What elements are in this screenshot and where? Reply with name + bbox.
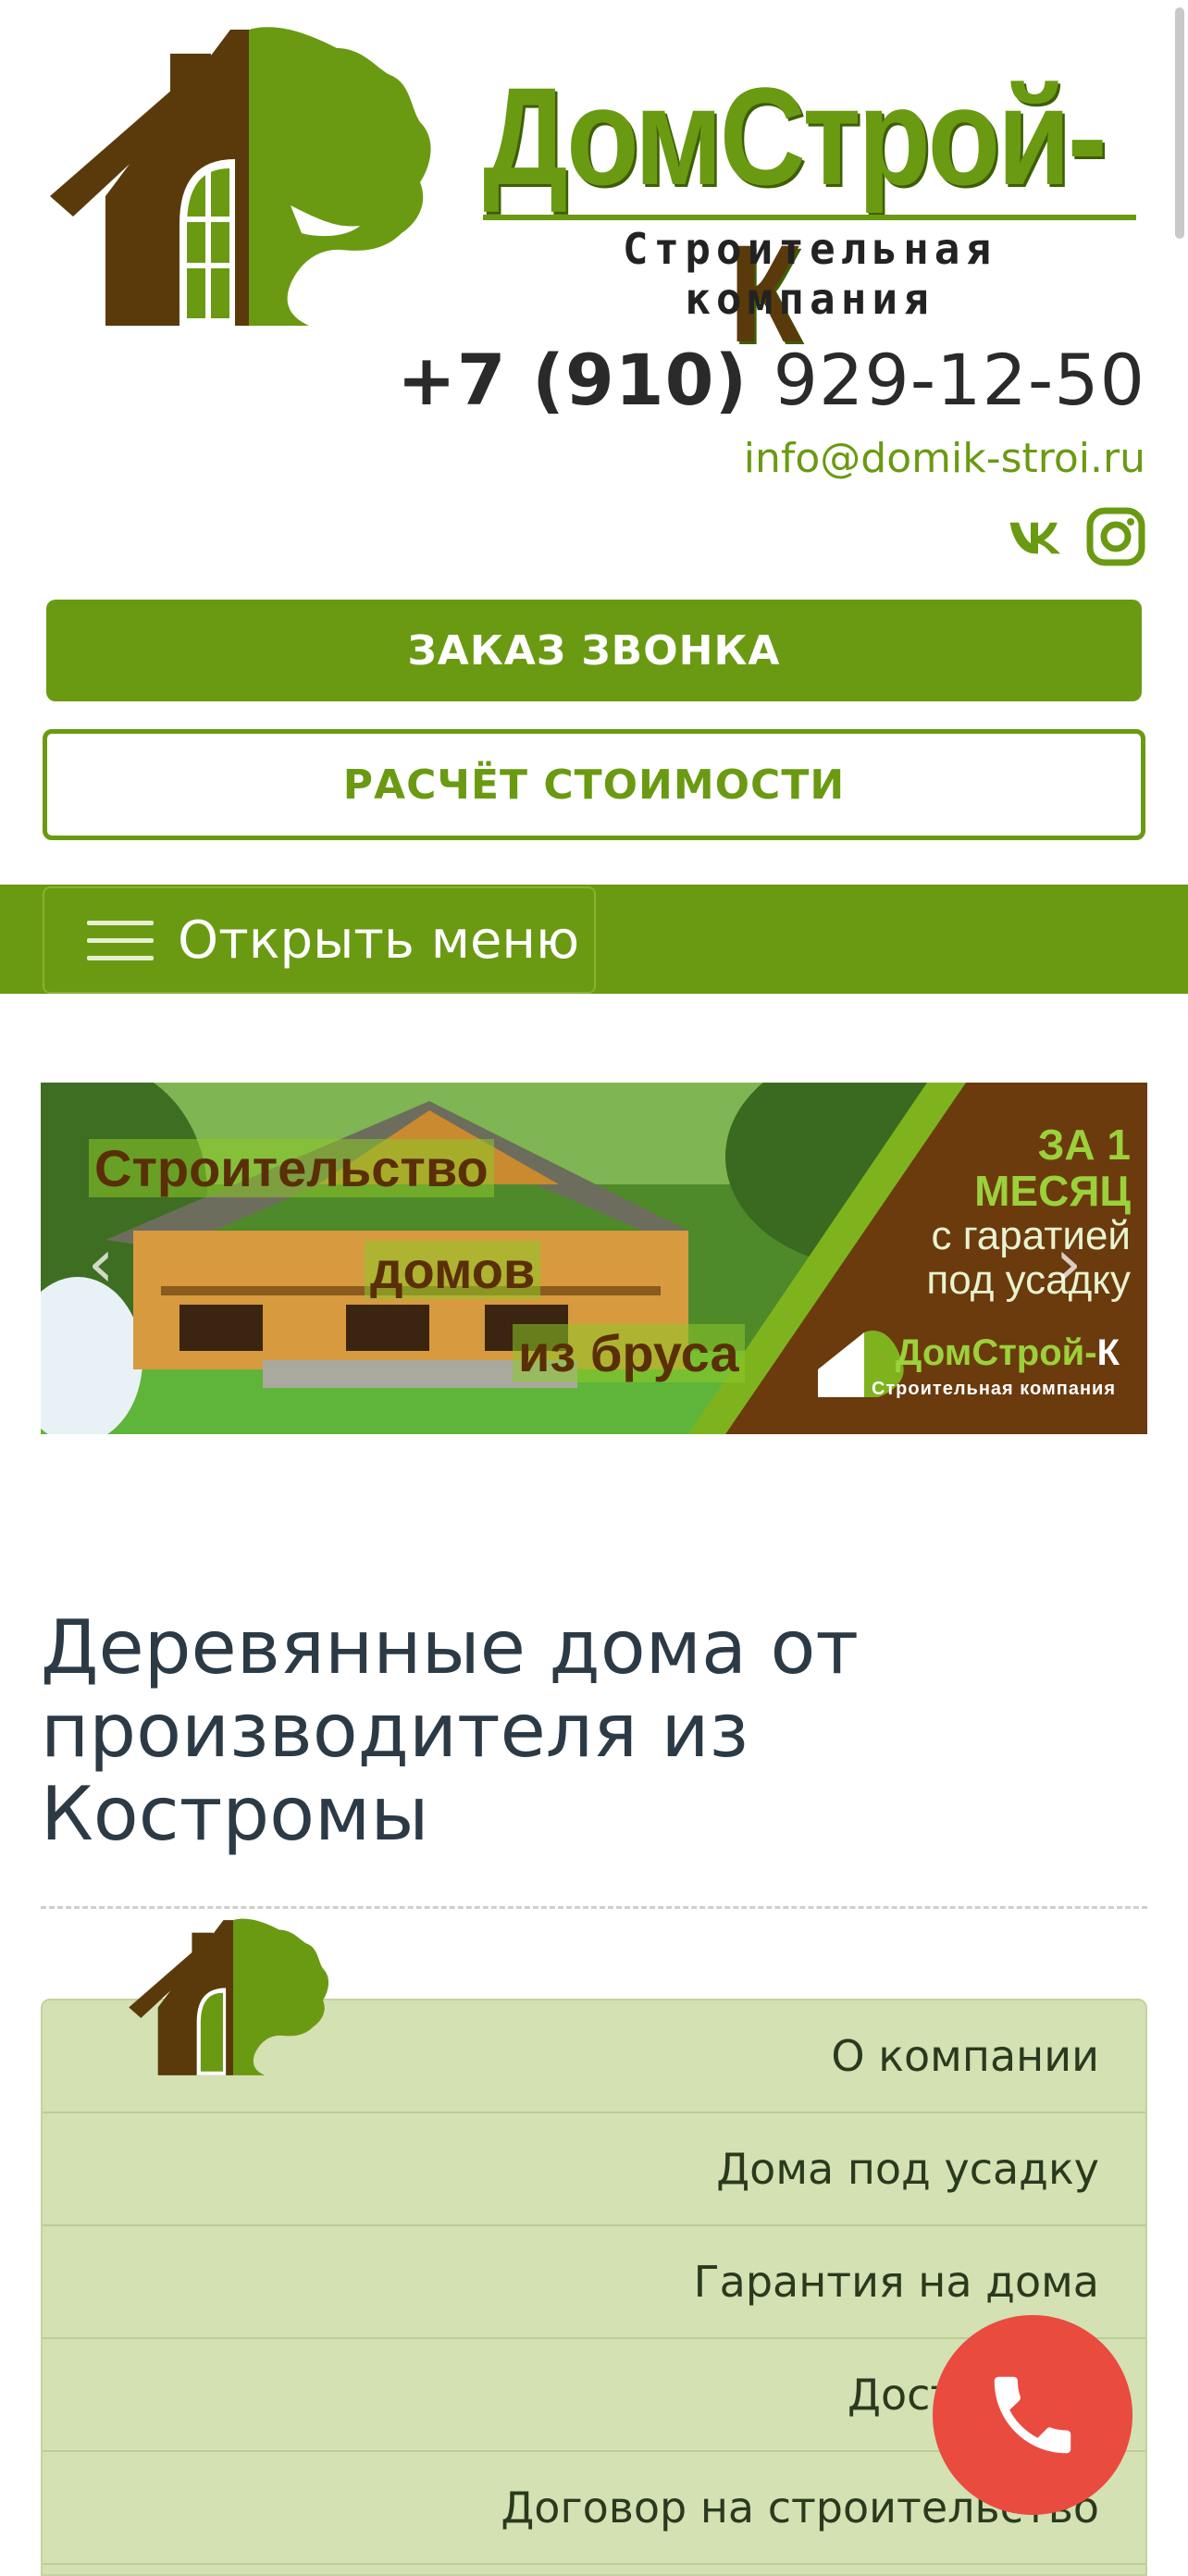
side-menu-item[interactable]: Гарантия на дома bbox=[43, 2226, 1145, 2339]
side-menu-logo-icon bbox=[124, 1910, 342, 2086]
instagram-icon[interactable] bbox=[1086, 507, 1145, 566]
phone-link[interactable]: +7 (910) 929-12-50 bbox=[397, 339, 1145, 421]
page-title: Деревянные дома от производителя из Кост… bbox=[41, 1604, 860, 1857]
brand-divider bbox=[483, 215, 1136, 220]
banner-text-2: домов bbox=[365, 1240, 541, 1300]
hero-banner[interactable]: Строительство домов из бруса ЗА 1 МЕСЯЦ … bbox=[41, 1083, 1147, 1434]
banner-logo-subtitle: Строительная компания bbox=[871, 1379, 1116, 1399]
brand-subtitle: Строительная компания bbox=[622, 224, 997, 324]
hamburger-icon bbox=[87, 908, 154, 973]
banner-promo-3: под усадку bbox=[926, 1257, 1131, 1303]
email-link[interactable]: info@domik-stroi.ru bbox=[744, 435, 1145, 482]
navbar: Открыть меню bbox=[0, 885, 1188, 994]
side-menu-item[interactable]: Дома под усадку bbox=[43, 2113, 1145, 2226]
menu-toggle-button[interactable]: Открыть меню bbox=[43, 886, 596, 994]
banner-logo-name: ДомСтрой-К bbox=[895, 1332, 1120, 1373]
phone-icon bbox=[994, 2376, 1071, 2454]
carousel-next-icon[interactable]: › bbox=[1046, 1230, 1092, 1296]
vk-icon[interactable] bbox=[1009, 507, 1068, 566]
banner-promo: ЗА 1 МЕСЯЦ с гаратией под усадку bbox=[890, 1121, 1131, 1303]
banner-text-1: Строительство bbox=[89, 1138, 494, 1198]
phone-number: 929-12-50 bbox=[773, 339, 1145, 421]
calculate-cost-button[interactable]: РАСЧЁТ СТОИМОСТИ bbox=[43, 729, 1145, 840]
social-links bbox=[1009, 507, 1145, 566]
logo-icon[interactable] bbox=[41, 20, 457, 335]
phone-code: +7 (910) bbox=[397, 339, 749, 421]
banner-promo-1: ЗА 1 МЕСЯЦ bbox=[974, 1121, 1131, 1215]
carousel-prev-icon[interactable]: ‹ bbox=[78, 1230, 124, 1296]
banner-promo-2: с гаратией bbox=[931, 1213, 1131, 1258]
callback-button[interactable]: ЗАКАЗ ЗВОНКА bbox=[46, 600, 1142, 701]
brand-block: ДомСтрой-К Строительная компания bbox=[483, 57, 1136, 371]
call-fab-button[interactable] bbox=[933, 2315, 1132, 2515]
title-divider bbox=[41, 1906, 1147, 1909]
scrollbar-thumb[interactable] bbox=[1175, 7, 1184, 239]
menu-toggle-label: Открыть меню bbox=[178, 910, 580, 971]
banner-text-3: из бруса bbox=[513, 1323, 745, 1383]
